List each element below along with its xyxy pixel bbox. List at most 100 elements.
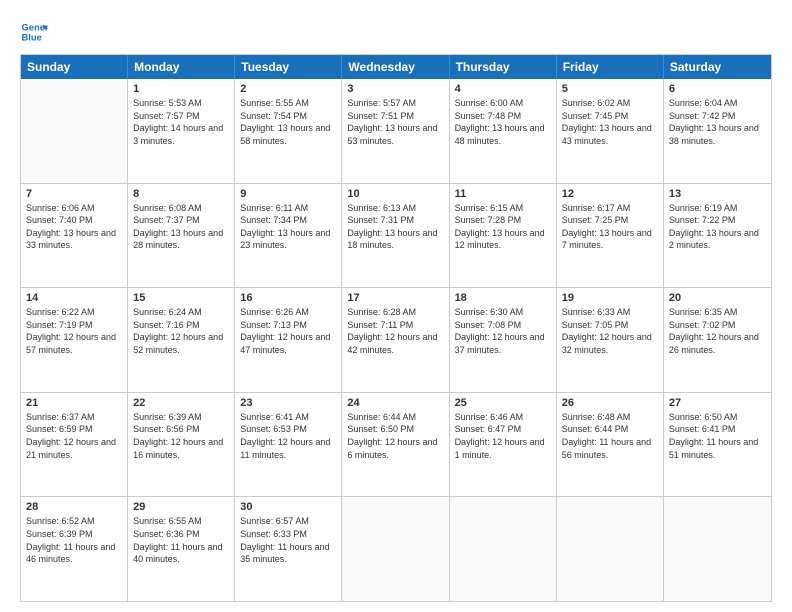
sun-info: Sunrise: 5:55 AMSunset: 7:54 PMDaylight:…	[240, 97, 336, 147]
day-cell-1: 1 Sunrise: 5:53 AMSunset: 7:57 PMDaylight…	[128, 79, 235, 183]
day-cell-3: 3 Sunrise: 5:57 AMSunset: 7:51 PMDaylight…	[342, 79, 449, 183]
logo: General Blue	[20, 18, 51, 46]
sun-info: Sunrise: 6:13 AMSunset: 7:31 PMDaylight:…	[347, 202, 443, 252]
header-day-sunday: Sunday	[21, 55, 128, 79]
day-cell-30: 30 Sunrise: 6:57 AMSunset: 6:33 PMDayligh…	[235, 497, 342, 601]
sun-info: Sunrise: 6:28 AMSunset: 7:11 PMDaylight:…	[347, 306, 443, 356]
sun-info: Sunrise: 6:00 AMSunset: 7:48 PMDaylight:…	[455, 97, 551, 147]
day-cell-11: 11 Sunrise: 6:15 AMSunset: 7:28 PMDayligh…	[450, 184, 557, 288]
day-number: 19	[562, 292, 658, 304]
day-number: 22	[133, 397, 229, 409]
day-number: 26	[562, 397, 658, 409]
day-number: 6	[669, 83, 766, 95]
day-number: 12	[562, 188, 658, 200]
sun-info: Sunrise: 6:33 AMSunset: 7:05 PMDaylight:…	[562, 306, 658, 356]
day-cell-5: 5Sunrise: 6:02 AMSunset: 7:45 PMDaylight…	[557, 79, 664, 183]
sun-info: Sunrise: 6:02 AMSunset: 7:45 PMDaylight:…	[562, 97, 658, 147]
day-cell-9: 9 Sunrise: 6:11 AMSunset: 7:34 PMDaylight…	[235, 184, 342, 288]
day-cell-4: 4 Sunrise: 6:00 AMSunset: 7:48 PMDaylight…	[450, 79, 557, 183]
day-cell-28: 28Sunrise: 6:52 AMSunset: 6:39 PMDayligh…	[21, 497, 128, 601]
sun-info: Sunrise: 6:11 AMSunset: 7:34 PMDaylight:…	[240, 202, 336, 252]
header-day-monday: Monday	[128, 55, 235, 79]
day-number: 8	[133, 188, 229, 200]
day-cell-26: 26Sunrise: 6:48 AMSunset: 6:44 PMDayligh…	[557, 393, 664, 497]
header-day-thursday: Thursday	[450, 55, 557, 79]
sun-info: Sunrise: 6:30 AMSunset: 7:08 PMDaylight:…	[455, 306, 551, 356]
day-cell-21: 21 Sunrise: 6:37 AMSunset: 6:59 PMDayligh…	[21, 393, 128, 497]
sun-info: Sunrise: 6:37 AMSunset: 6:59 PMDaylight:…	[26, 411, 122, 461]
day-cell-17: 17 Sunrise: 6:28 AMSunset: 7:11 PMDayligh…	[342, 288, 449, 392]
sun-info: Sunrise: 6:26 AMSunset: 7:13 PMDaylight:…	[240, 306, 336, 356]
day-cell-24: 24 Sunrise: 6:44 AMSunset: 6:50 PMDayligh…	[342, 393, 449, 497]
sun-info: Sunrise: 6:35 AMSunset: 7:02 PMDaylight:…	[669, 306, 766, 356]
empty-cell	[21, 79, 128, 183]
header-day-saturday: Saturday	[664, 55, 771, 79]
sun-info: Sunrise: 6:57 AMSunset: 6:33 PMDaylight:…	[240, 515, 336, 565]
day-cell-2: 2Sunrise: 5:55 AMSunset: 7:54 PMDaylight…	[235, 79, 342, 183]
day-number: 13	[669, 188, 766, 200]
sun-info: Sunrise: 6:24 AMSunset: 7:16 PMDaylight:…	[133, 306, 229, 356]
day-cell-20: 20 Sunrise: 6:35 AMSunset: 7:02 PMDayligh…	[664, 288, 771, 392]
day-number: 28	[26, 501, 122, 513]
sun-info: Sunrise: 6:17 AMSunset: 7:25 PMDaylight:…	[562, 202, 658, 252]
sun-info: Sunrise: 6:41 AMSunset: 6:53 PMDaylight:…	[240, 411, 336, 461]
day-number: 4	[455, 83, 551, 95]
day-cell-12: 12 Sunrise: 6:17 AMSunset: 7:25 PMDayligh…	[557, 184, 664, 288]
svg-text:Blue: Blue	[22, 33, 42, 43]
day-number: 21	[26, 397, 122, 409]
sun-info: Sunrise: 6:46 AMSunset: 6:47 PMDaylight:…	[455, 411, 551, 461]
day-cell-13: 13 Sunrise: 6:19 AMSunset: 7:22 PMDayligh…	[664, 184, 771, 288]
header-day-wednesday: Wednesday	[342, 55, 449, 79]
day-cell-15: 15 Sunrise: 6:24 AMSunset: 7:16 PMDayligh…	[128, 288, 235, 392]
day-number: 29	[133, 501, 229, 513]
calendar-header: SundayMondayTuesdayWednesdayThursdayFrid…	[21, 55, 771, 79]
day-number: 11	[455, 188, 551, 200]
sun-info: Sunrise: 6:44 AMSunset: 6:50 PMDaylight:…	[347, 411, 443, 461]
day-number: 15	[133, 292, 229, 304]
sun-info: Sunrise: 6:19 AMSunset: 7:22 PMDaylight:…	[669, 202, 766, 252]
header-day-tuesday: Tuesday	[235, 55, 342, 79]
day-cell-10: 10 Sunrise: 6:13 AMSunset: 7:31 PMDayligh…	[342, 184, 449, 288]
empty-cell	[664, 497, 771, 601]
calendar-row-5: 28Sunrise: 6:52 AMSunset: 6:39 PMDayligh…	[21, 496, 771, 601]
day-number: 16	[240, 292, 336, 304]
day-number: 14	[26, 292, 122, 304]
day-cell-27: 27 Sunrise: 6:50 AMSunset: 6:41 PMDayligh…	[664, 393, 771, 497]
day-number: 9	[240, 188, 336, 200]
sun-info: Sunrise: 6:08 AMSunset: 7:37 PMDaylight:…	[133, 202, 229, 252]
day-number: 18	[455, 292, 551, 304]
empty-cell	[557, 497, 664, 601]
day-cell-6: 6 Sunrise: 6:04 AMSunset: 7:42 PMDaylight…	[664, 79, 771, 183]
sun-info: Sunrise: 5:53 AMSunset: 7:57 PMDaylight:…	[133, 97, 229, 147]
day-number: 10	[347, 188, 443, 200]
day-cell-18: 18 Sunrise: 6:30 AMSunset: 7:08 PMDayligh…	[450, 288, 557, 392]
empty-cell	[342, 497, 449, 601]
calendar-body: 1 Sunrise: 5:53 AMSunset: 7:57 PMDaylight…	[21, 79, 771, 601]
day-number: 24	[347, 397, 443, 409]
day-cell-8: 8 Sunrise: 6:08 AMSunset: 7:37 PMDaylight…	[128, 184, 235, 288]
sun-info: Sunrise: 6:15 AMSunset: 7:28 PMDaylight:…	[455, 202, 551, 252]
sun-info: Sunrise: 5:57 AMSunset: 7:51 PMDaylight:…	[347, 97, 443, 147]
calendar-row-1: 1 Sunrise: 5:53 AMSunset: 7:57 PMDaylight…	[21, 79, 771, 183]
calendar-row-3: 14Sunrise: 6:22 AMSunset: 7:19 PMDayligh…	[21, 287, 771, 392]
calendar-row-2: 7Sunrise: 6:06 AMSunset: 7:40 PMDaylight…	[21, 183, 771, 288]
empty-cell	[450, 497, 557, 601]
day-cell-22: 22 Sunrise: 6:39 AMSunset: 6:56 PMDayligh…	[128, 393, 235, 497]
day-number: 27	[669, 397, 766, 409]
day-cell-16: 16 Sunrise: 6:26 AMSunset: 7:13 PMDayligh…	[235, 288, 342, 392]
day-number: 3	[347, 83, 443, 95]
day-cell-25: 25 Sunrise: 6:46 AMSunset: 6:47 PMDayligh…	[450, 393, 557, 497]
day-number: 17	[347, 292, 443, 304]
day-cell-29: 29Sunrise: 6:55 AMSunset: 6:36 PMDayligh…	[128, 497, 235, 601]
sun-info: Sunrise: 6:04 AMSunset: 7:42 PMDaylight:…	[669, 97, 766, 147]
day-number: 20	[669, 292, 766, 304]
day-number: 30	[240, 501, 336, 513]
sun-info: Sunrise: 6:39 AMSunset: 6:56 PMDaylight:…	[133, 411, 229, 461]
day-number: 1	[133, 83, 229, 95]
day-number: 23	[240, 397, 336, 409]
header-day-friday: Friday	[557, 55, 664, 79]
day-cell-23: 23 Sunrise: 6:41 AMSunset: 6:53 PMDayligh…	[235, 393, 342, 497]
sun-info: Sunrise: 6:50 AMSunset: 6:41 PMDaylight:…	[669, 411, 766, 461]
calendar-row-4: 21 Sunrise: 6:37 AMSunset: 6:59 PMDayligh…	[21, 392, 771, 497]
day-number: 25	[455, 397, 551, 409]
